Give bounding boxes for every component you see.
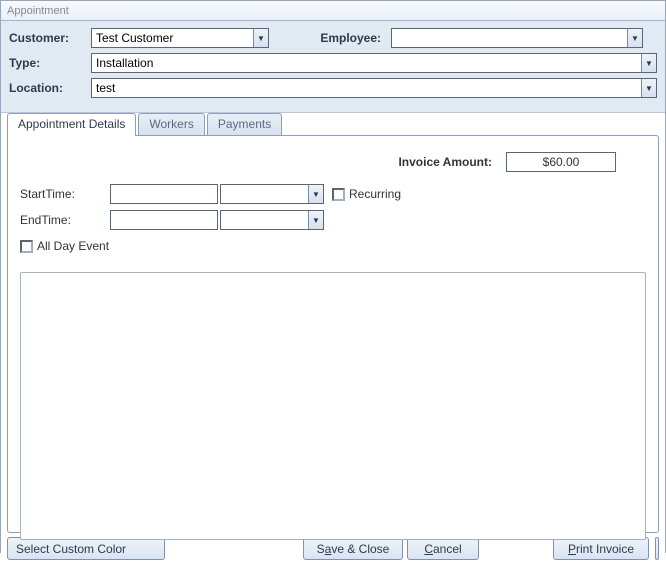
chevron-down-icon[interactable]: ▼ (308, 211, 323, 229)
location-input[interactable] (92, 79, 640, 97)
start-time-combo[interactable]: ▼ (220, 184, 324, 204)
recurring-label: Recurring (349, 187, 401, 201)
start-time-label: StartTime: (20, 187, 110, 201)
chevron-down-icon[interactable]: ▼ (641, 79, 656, 97)
cancel-button[interactable]: Cancel (407, 537, 479, 560)
customer-input[interactable] (92, 29, 252, 47)
appointment-window: Appointment Customer: ▼ Employee: ▼ Type… (0, 0, 666, 553)
invoice-amount-value[interactable]: $60.00 (506, 152, 616, 172)
customer-combo[interactable]: ▼ (91, 28, 269, 48)
start-time-input[interactable] (221, 185, 307, 203)
chevron-down-icon[interactable]: ▼ (253, 29, 268, 47)
location-combo[interactable]: ▼ (91, 78, 657, 98)
window-title: Appointment (7, 5, 69, 17)
chevron-down-icon[interactable]: ▼ (308, 185, 323, 203)
end-time-input[interactable] (221, 211, 307, 229)
location-label: Location: (9, 81, 91, 95)
window-titlebar: Appointment (1, 1, 665, 21)
invoice-amount-label: Invoice Amount: (398, 155, 492, 169)
tab-workers[interactable]: Workers (138, 113, 204, 135)
save-close-button[interactable]: Save & Close (303, 537, 403, 560)
recurring-checkbox[interactable]: Recurring (332, 187, 401, 201)
tabs-host: Appointment Details Workers Payments Inv… (7, 111, 659, 533)
type-combo[interactable]: ▼ (91, 53, 657, 73)
all-day-label: All Day Event (37, 239, 109, 253)
chevron-down-icon[interactable]: ▼ (641, 54, 656, 72)
tabpage-appointment-details: Invoice Amount: $60.00 StartTime: ▼ Recu… (7, 135, 659, 533)
start-date-input[interactable] (111, 185, 217, 203)
print-invoice-button[interactable]: Print Invoice (553, 537, 649, 560)
checkbox-icon (20, 240, 33, 253)
header-area: Customer: ▼ Employee: ▼ Type: ▼ Location… (1, 21, 665, 113)
type-input[interactable] (92, 54, 640, 72)
tabstrip: Appointment Details Workers Payments (7, 111, 659, 135)
end-date-input[interactable] (111, 211, 217, 229)
checkbox-icon (332, 188, 345, 201)
employee-input[interactable] (392, 29, 626, 47)
employee-label: Employee: (301, 31, 391, 45)
end-time-combo[interactable]: ▼ (220, 210, 324, 230)
start-date-field[interactable] (110, 184, 218, 204)
end-time-label: EndTime: (20, 213, 110, 227)
tab-payments[interactable]: Payments (207, 113, 282, 135)
footer-grip-icon (655, 537, 659, 560)
tab-appointment-details[interactable]: Appointment Details (7, 113, 136, 136)
employee-combo[interactable]: ▼ (391, 28, 643, 48)
all-day-checkbox[interactable]: All Day Event (20, 239, 109, 253)
end-date-field[interactable] (110, 210, 218, 230)
chevron-down-icon[interactable]: ▼ (627, 29, 642, 47)
type-label: Type: (9, 56, 91, 70)
select-custom-color-button[interactable]: Select Custom Color (7, 537, 165, 560)
notes-textarea[interactable] (20, 272, 646, 540)
customer-label: Customer: (9, 31, 91, 45)
